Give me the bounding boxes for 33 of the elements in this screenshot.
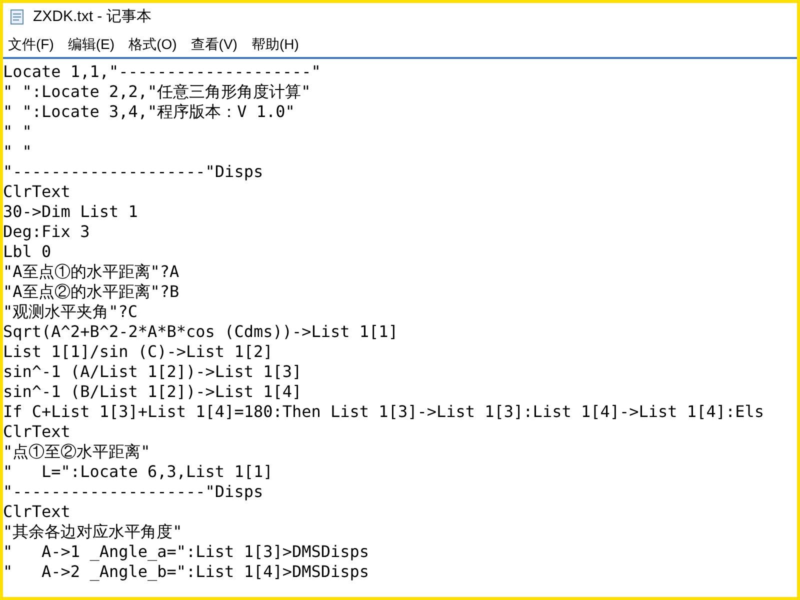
menu-item[interactable]: 查看(V): [188, 34, 240, 54]
code-line: " L=":Locate 6,3,List 1[1]: [3, 462, 273, 482]
code-line: "A至点①的水平距离"?A: [3, 262, 180, 282]
code-line: If C+List 1[3]+List 1[4]=180:Then List 1[3]->List 1[3]:List 1[4]->List 1[4]:Els: [3, 402, 764, 422]
code-line: " ": [3, 142, 32, 162]
menu-item[interactable]: 编辑(E): [64, 34, 118, 54]
code-line: "--------------------"Disps: [3, 162, 264, 182]
code-line: " ":Locate 3,4,"程序版本：V 1.0": [3, 102, 295, 122]
code-line: ClrText: [3, 422, 70, 442]
code-line: "其余各边对应水平角度": [3, 522, 182, 542]
code-line: "A至点②的水平距离"?B: [3, 282, 180, 302]
window-title: ZXDK.txt - 记事本: [33, 6, 152, 27]
code-line: sin^-1 (A/List 1[2])->List 1[3]: [3, 362, 302, 382]
notepad-icon: [9, 9, 25, 25]
code-line: ClrText: [3, 182, 70, 202]
code-line: " ":Locate 2,2,"任意三角形角度计算": [3, 82, 311, 102]
code-line: 30->Dim List 1: [3, 202, 138, 222]
code-line: " ": [3, 122, 32, 142]
code-line: Deg:Fix 3: [3, 222, 90, 242]
code-line: " A->1 _Angle_a=":List 1[3]>DMSDisps: [3, 542, 370, 562]
code-line: sin^-1 (B/List 1[2])->List 1[4]: [3, 382, 302, 402]
menu-item[interactable]: 文件(F): [5, 34, 57, 54]
code-line: Sqrt(A^2+B^2-2*A*B*cos (Cdms))->List 1[1]: [3, 322, 398, 342]
code-line: " A->2 _Angle_b=":List 1[4]>DMSDisps: [3, 562, 370, 582]
code-line: ClrText: [3, 502, 70, 522]
code-line: List 1[1]/sin (C)->List 1[2]: [3, 342, 273, 362]
code-line: Locate 1,1,"--------------------": [3, 62, 321, 82]
code-line: "观测水平夹角"?C: [3, 302, 138, 322]
menu-item[interactable]: 格式(O): [126, 34, 180, 54]
code-line: "--------------------"Disps: [3, 482, 264, 502]
code-line: Lbl 0: [3, 242, 52, 262]
menu-item[interactable]: 帮助(H): [248, 34, 302, 54]
code-line: "点①至②水平距离": [3, 442, 150, 462]
